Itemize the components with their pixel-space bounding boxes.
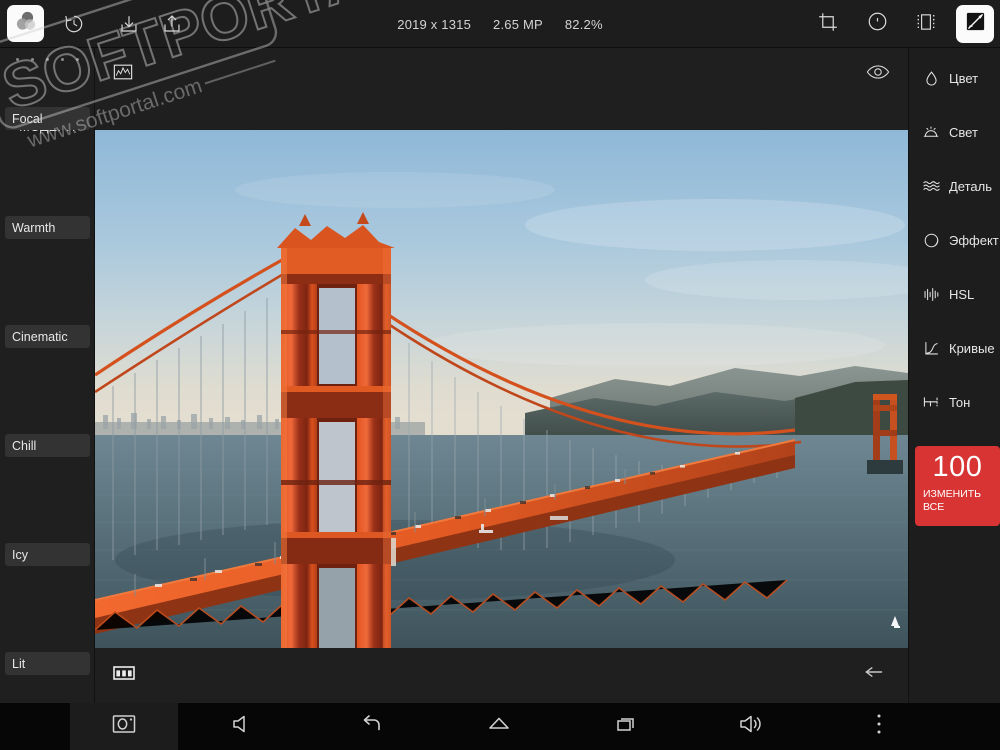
preset-item-cinematic[interactable]: Cinematic xyxy=(5,325,90,348)
photo-viewport[interactable] xyxy=(95,130,908,648)
volume-down-icon xyxy=(230,713,256,740)
histogram-icon xyxy=(112,62,134,87)
undo-arrow-icon xyxy=(864,663,888,686)
back-icon xyxy=(358,713,386,740)
eye-icon xyxy=(866,63,890,86)
compare-button[interactable] xyxy=(111,663,137,687)
pager-dot xyxy=(31,58,34,61)
preset-item-warmth[interactable]: Warmth xyxy=(5,216,90,239)
preset-label: Cinematic xyxy=(12,329,68,344)
tool-label: Свет xyxy=(949,124,978,140)
preview-toggle-button[interactable] xyxy=(864,61,892,87)
tool-label: HSL xyxy=(949,286,975,302)
crop-button[interactable] xyxy=(809,5,847,43)
radial-icon xyxy=(866,10,889,38)
image-megapixels: 2.65 MP xyxy=(493,16,543,32)
tool-item-light[interactable]: Свет xyxy=(909,117,1000,147)
editor-canvas-area xyxy=(95,48,908,703)
top-tools-group xyxy=(809,5,994,43)
radial-button[interactable] xyxy=(858,5,896,43)
apply-all-value: 100 xyxy=(932,451,983,483)
home-icon xyxy=(485,713,513,740)
volume-up-icon xyxy=(738,713,768,740)
preset-item-lit[interactable]: Lit xyxy=(5,652,90,675)
apply-all-label-line2: ВСЕ xyxy=(923,501,945,513)
apply-all-label-line1: ИЗМЕНИТЬ xyxy=(923,488,982,500)
preset-item-icy[interactable]: Icy xyxy=(5,543,90,566)
overflow-menu-button[interactable] xyxy=(816,703,941,750)
share-button[interactable] xyxy=(153,5,191,43)
pager-dot xyxy=(61,58,64,61)
image-zoom-level: 82.2% xyxy=(564,16,603,32)
sunrise-icon xyxy=(921,122,941,142)
tool-item-hsl[interactable]: HSL xyxy=(909,279,1000,309)
preset-item-chill[interactable]: Chill xyxy=(5,434,90,457)
tool-label: Кривые xyxy=(949,340,995,356)
undo-button[interactable] xyxy=(862,661,890,687)
preset-label: Focal xyxy=(12,111,43,126)
equalizer-icon xyxy=(921,284,941,304)
circle-shade-icon xyxy=(921,230,941,250)
history-icon xyxy=(63,13,85,35)
top-toolbar: 2019 x 1315 2.65 MP 82.2% xyxy=(0,0,1000,48)
tool-item-tone[interactable]: Тон xyxy=(909,387,1000,417)
recents-icon xyxy=(612,713,640,740)
tone-icon xyxy=(921,392,941,412)
history-button[interactable] xyxy=(55,5,93,43)
preset-pager-dots[interactable] xyxy=(0,58,95,61)
tool-label: Эффект xyxy=(949,232,999,248)
image-dimensions: 2019 x 1315 xyxy=(397,16,472,32)
preset-label: Icy xyxy=(12,547,28,562)
preset-label: Warmth xyxy=(12,220,56,235)
circles-logo-icon xyxy=(14,9,38,38)
histogram-button[interactable] xyxy=(109,61,137,87)
volume-up-button[interactable] xyxy=(689,703,816,750)
adjust-button[interactable] xyxy=(956,5,994,43)
adjust-tools-panel: Цвет Свет Деталь Эффект HSL Кривые Тон 1… xyxy=(908,48,1000,703)
frame-icon xyxy=(915,11,937,38)
image-info: 2019 x 1315 2.65 MP 82.2% xyxy=(330,0,670,48)
canvas-bottom-strip xyxy=(95,648,908,703)
screenshot-button[interactable] xyxy=(70,703,178,750)
tool-item-color[interactable]: Цвет xyxy=(909,63,1000,93)
tool-item-curves[interactable]: Кривые xyxy=(909,333,1000,363)
crop-icon xyxy=(817,11,839,38)
droplet-icon xyxy=(921,68,941,88)
preset-label: Chill xyxy=(12,438,37,453)
download-icon xyxy=(118,13,140,35)
recents-button[interactable] xyxy=(562,703,689,750)
tool-label: Деталь xyxy=(949,178,992,194)
overflow-menu-icon xyxy=(876,712,882,741)
screenshot-icon xyxy=(111,713,137,740)
adjust-icon xyxy=(964,10,987,38)
preset-label: Lit xyxy=(12,656,26,671)
back-button[interactable] xyxy=(308,703,435,750)
download-button[interactable] xyxy=(110,5,148,43)
tool-label: Цвет xyxy=(949,70,979,86)
volume-down-button[interactable] xyxy=(178,703,308,750)
frame-button[interactable] xyxy=(907,5,945,43)
tool-label: Тон xyxy=(949,394,971,410)
pager-dot xyxy=(16,58,19,61)
share-icon xyxy=(161,13,183,35)
tool-item-detail[interactable]: Деталь xyxy=(909,171,1000,201)
apply-all-button[interactable]: 100 ИЗМЕНИТЬ ВСЕ xyxy=(915,446,1000,526)
app-window: 2019 x 1315 2.65 MP 82.2% Focal Warmth C… xyxy=(0,0,1000,750)
android-navigation-bar xyxy=(0,703,1000,750)
pager-dot xyxy=(46,58,49,61)
canvas-top-strip xyxy=(95,48,908,100)
pager-dot xyxy=(76,58,79,61)
curve-icon xyxy=(921,338,941,358)
compare-split-icon xyxy=(113,665,135,686)
app-logo-button[interactable] xyxy=(7,5,44,42)
edited-photo xyxy=(95,130,908,648)
waves-icon xyxy=(921,176,941,196)
presets-panel: МОДЕРН Focal Warmth Cinematic Chill Icy … xyxy=(0,48,95,703)
home-button[interactable] xyxy=(435,703,562,750)
tool-item-effect[interactable]: Эффект xyxy=(909,225,1000,255)
preset-item-focal[interactable]: Focal xyxy=(5,107,90,130)
